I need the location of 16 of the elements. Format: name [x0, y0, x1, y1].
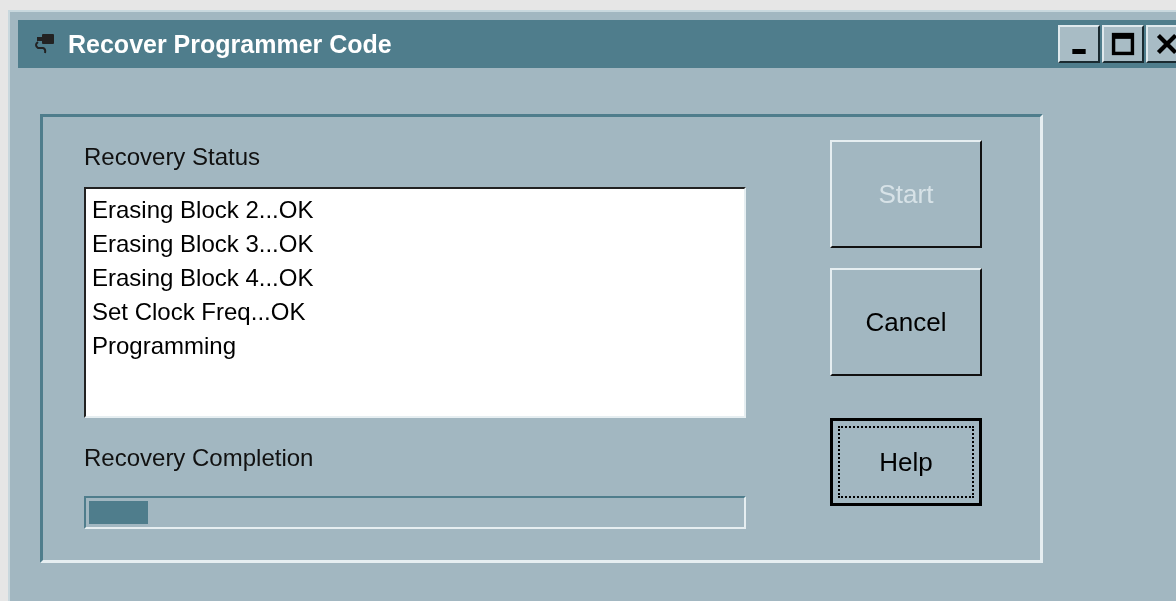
minimize-icon: [1072, 48, 1086, 54]
status-label: Recovery Status: [84, 143, 262, 172]
maximize-button[interactable]: [1102, 25, 1144, 63]
dialog-button[interactable]: Cancel: [830, 268, 982, 376]
log-line: Programming: [92, 331, 238, 361]
log-line: Erasing Block 2...OK: [92, 195, 315, 225]
log-line: Erasing Block 4...OK: [92, 263, 315, 293]
close-button[interactable]: [1146, 25, 1176, 63]
window-title: Recover Programmer Code: [68, 29, 392, 59]
close-icon: [1155, 32, 1176, 56]
dialog-button[interactable]: Help: [830, 418, 982, 506]
log-line: Set Clock Freq...OK: [92, 297, 307, 327]
log-line: Erasing Block 3...OK: [92, 229, 315, 259]
maximize-icon: [1111, 32, 1135, 56]
minimize-button[interactable]: [1058, 25, 1100, 63]
completion-label: Recovery Completion: [84, 444, 315, 473]
